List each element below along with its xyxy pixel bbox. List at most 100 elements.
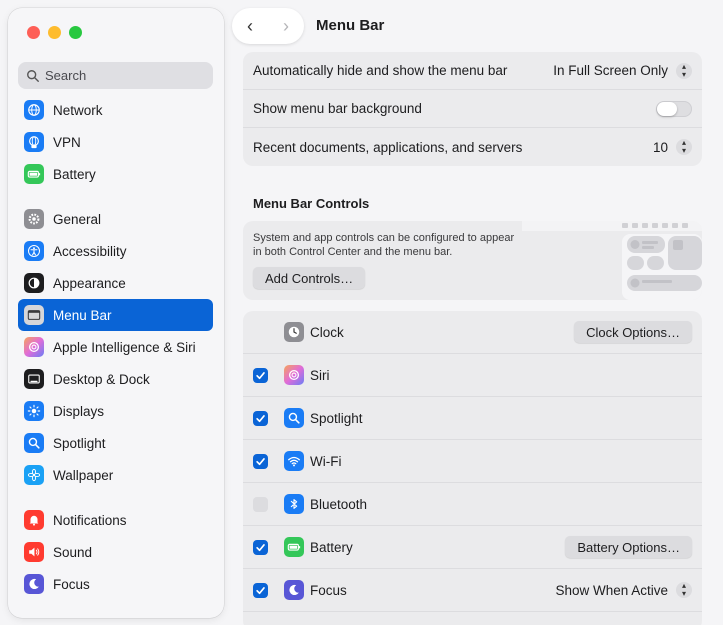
siri-checkbox[interactable]	[253, 367, 268, 383]
sidebar-item-label: General	[53, 211, 102, 227]
recent-items-value: 10	[652, 139, 668, 155]
sidebar-item-vpn[interactable]: VPN	[18, 126, 213, 158]
clock-label: Clock	[310, 324, 344, 340]
minimize-window-button[interactable]	[48, 26, 61, 39]
section-title: Menu Bar Controls	[253, 196, 370, 211]
recent-items-row: Recent documents, applications, and serv…	[243, 128, 702, 166]
sidebar-item-wallpaper[interactable]: Wallpaper	[18, 459, 213, 491]
back-button[interactable]: ‹	[247, 16, 253, 37]
appearance-icon	[24, 273, 44, 293]
settings-window: Search Network VPN Battery General Acces…	[0, 0, 723, 625]
siri-icon	[24, 337, 44, 357]
background-toggle[interactable]	[656, 100, 692, 117]
auto-hide-popup[interactable]: In Full Screen Only ▴ ▾	[553, 62, 692, 79]
sidebar-item-label: Battery	[53, 166, 96, 182]
history-navigation: ‹ ›	[232, 8, 304, 44]
sidebar-item-label: Displays	[53, 403, 105, 419]
bluetooth-label: Bluetooth	[310, 496, 368, 512]
moon-icon	[24, 574, 44, 594]
magnifier-icon	[24, 433, 44, 453]
auto-hide-value: In Full Screen Only	[553, 63, 668, 78]
sidebar-item-menu-bar[interactable]: Menu Bar	[18, 299, 213, 331]
sidebar-item-sound[interactable]: Sound	[18, 536, 213, 568]
clock-icon	[284, 322, 304, 342]
checkmark-icon	[256, 457, 265, 465]
sidebar-item-displays[interactable]: Displays	[18, 395, 213, 427]
clock-options-button[interactable]: Clock Options…	[574, 321, 692, 343]
sidebar-item-apple-intelligence[interactable]: Apple Intelligence & Siri	[18, 331, 213, 363]
battery-label: Battery	[310, 539, 353, 555]
battery-icon	[284, 537, 304, 557]
window-controls	[27, 26, 82, 39]
controls-info-group: System and app controls can be configure…	[243, 221, 702, 300]
forward-button[interactable]: ›	[283, 16, 289, 37]
recent-items-popup[interactable]: 10 ▴ ▾	[653, 139, 692, 155]
focus-label: Focus	[310, 582, 347, 598]
list-item-battery: Battery Battery Options…	[243, 526, 702, 569]
bluetooth-checkbox[interactable]	[253, 496, 268, 512]
battery-checkbox[interactable]	[253, 539, 268, 555]
checkmark-icon	[256, 371, 265, 379]
spotlight-label: Spotlight	[310, 410, 363, 426]
magnifier-icon	[284, 408, 304, 428]
auto-hide-row: Automatically hide and show the menu bar…	[243, 52, 702, 90]
close-window-button[interactable]	[27, 26, 40, 39]
list-item-spotlight: Spotlight	[243, 397, 702, 440]
sidebar-item-label: Spotlight	[53, 435, 106, 451]
globe-icon	[24, 100, 44, 120]
control-center-preview-illustration	[522, 221, 702, 300]
flower-icon	[24, 465, 44, 485]
sidebar-item-label: Notifications	[53, 512, 127, 528]
focus-visibility-value: Show When Active	[555, 582, 668, 598]
sidebar-item-label: Network	[53, 102, 103, 118]
sidebar-item-network[interactable]: Network	[18, 94, 213, 126]
sidebar-item-label: Apple Intelligence & Siri	[53, 339, 196, 355]
sidebar-item-battery[interactable]: Battery	[18, 158, 213, 190]
search-input[interactable]: Search	[18, 62, 213, 89]
bluetooth-icon	[284, 494, 304, 514]
accessibility-icon	[24, 241, 44, 261]
chevron-up-down-icon: ▴ ▾	[676, 62, 692, 79]
sidebar-item-label: Wallpaper	[53, 467, 114, 483]
sidebar-item-accessibility[interactable]: Accessibility	[18, 235, 213, 267]
focus-checkbox[interactable]	[253, 582, 268, 598]
list-item-wifi: Wi-Fi	[243, 440, 702, 483]
spotlight-checkbox[interactable]	[253, 410, 268, 426]
dock-icon	[24, 369, 44, 389]
sidebar-item-desktop-dock[interactable]: Desktop & Dock	[18, 363, 213, 395]
zoom-window-button[interactable]	[69, 26, 82, 39]
search-placeholder: Search	[45, 68, 87, 83]
sidebar-item-label: Sound	[53, 544, 93, 560]
focus-visibility-popup[interactable]: Show When Active ▴ ▾	[555, 582, 692, 598]
menu-bar-items-list: Clock Clock Options… Siri Spotlight Wi-F…	[243, 311, 702, 625]
recent-items-label: Recent documents, applications, and serv…	[253, 139, 523, 155]
sidebar-nav: Network VPN Battery General Accessibilit…	[18, 94, 213, 600]
sidebar-item-label: Menu Bar	[53, 307, 112, 323]
search-icon	[27, 69, 39, 82]
sidebar-item-label: Accessibility	[53, 243, 127, 259]
list-item-clock: Clock Clock Options…	[243, 311, 702, 354]
page-title: Menu Bar	[316, 17, 385, 34]
speaker-icon	[24, 542, 44, 562]
moon-icon	[284, 580, 304, 600]
wifi-icon	[284, 451, 304, 471]
add-controls-button[interactable]: Add Controls…	[253, 267, 366, 289]
list-item-bluetooth: Bluetooth	[243, 483, 702, 526]
list-item-siri: Siri	[243, 354, 702, 397]
sidebar-item-focus[interactable]: Focus	[18, 568, 213, 600]
battery-options-button[interactable]: Battery Options…	[565, 536, 692, 558]
sidebar-item-label: Appearance	[53, 275, 126, 291]
sidebar-item-general[interactable]: General	[18, 203, 213, 235]
controls-description: System and app controls can be configure…	[253, 232, 515, 258]
sidebar-item-appearance[interactable]: Appearance	[18, 267, 213, 299]
sidebar-item-label: Focus	[53, 576, 90, 592]
wifi-checkbox[interactable]	[253, 453, 268, 469]
chevron-up-down-icon: ▴ ▾	[676, 139, 692, 155]
sidebar-item-spotlight[interactable]: Spotlight	[18, 427, 213, 459]
menu-bar-icon	[24, 305, 44, 325]
sidebar-item-label: VPN	[53, 134, 81, 150]
sidebar-item-notifications[interactable]: Notifications	[18, 504, 213, 536]
checkmark-icon	[256, 414, 265, 422]
wifi-label: Wi-Fi	[310, 453, 342, 469]
sidebar-item-label: Desktop & Dock	[53, 371, 150, 387]
